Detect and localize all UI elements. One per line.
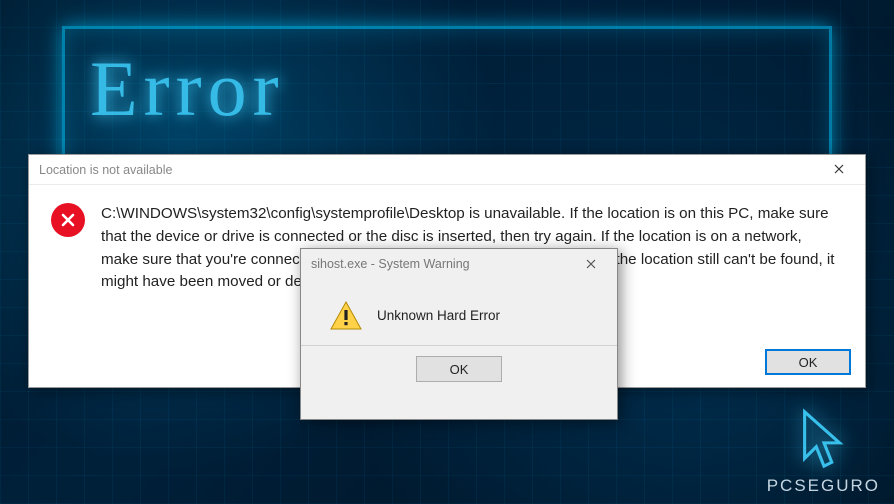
warn-titlebar[interactable]: sihost.exe - System Warning bbox=[301, 249, 617, 279]
dialog-title: Location is not available bbox=[39, 163, 817, 177]
warn-message: Unknown Hard Error bbox=[377, 306, 500, 326]
warn-close-button[interactable] bbox=[569, 250, 613, 278]
watermark: PCSEGURO bbox=[767, 476, 880, 496]
close-icon bbox=[834, 162, 844, 177]
close-icon bbox=[586, 257, 596, 272]
warn-ok-button[interactable]: OK bbox=[416, 356, 502, 382]
close-button[interactable] bbox=[817, 156, 861, 184]
dialog-button-row: OK bbox=[765, 349, 851, 375]
warn-body: Unknown Hard Error bbox=[301, 279, 617, 345]
error-icon bbox=[51, 203, 85, 237]
warn-title: sihost.exe - System Warning bbox=[311, 257, 569, 271]
dialog-titlebar[interactable]: Location is not available bbox=[29, 155, 865, 185]
bg-cursor-icon bbox=[800, 408, 848, 470]
ok-button[interactable]: OK bbox=[765, 349, 851, 375]
warning-icon bbox=[329, 299, 363, 333]
system-warning-dialog: sihost.exe - System Warning Unknown Hard… bbox=[300, 248, 618, 420]
bg-error-word: Error bbox=[90, 44, 285, 134]
warn-button-row: OK bbox=[301, 345, 617, 392]
